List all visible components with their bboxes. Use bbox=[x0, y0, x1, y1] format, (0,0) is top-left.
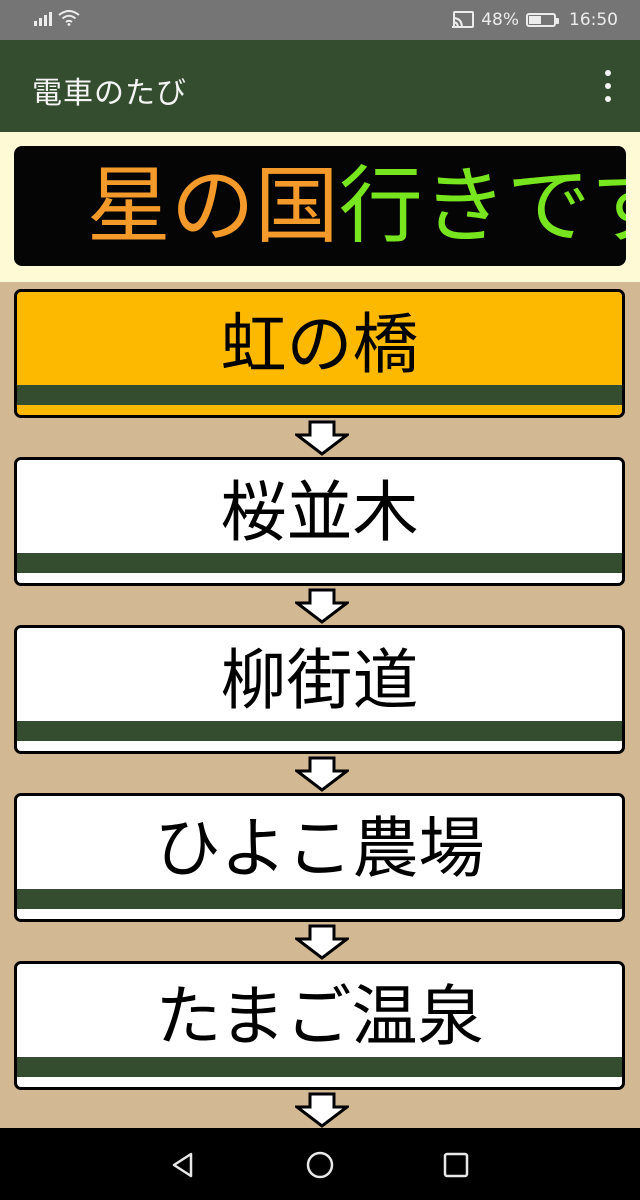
more-vert-icon[interactable] bbox=[602, 70, 614, 102]
station-stripe bbox=[17, 1057, 622, 1077]
banner-bracket: 】 bbox=[14, 157, 32, 255]
station-name: ひよこ農場 bbox=[154, 810, 485, 887]
station-stripe bbox=[17, 721, 622, 741]
signal-icon bbox=[34, 10, 52, 26]
destination-banner-area: 】 星の国行きです bbox=[0, 132, 640, 282]
cast-icon bbox=[452, 11, 475, 29]
station-stripe bbox=[17, 385, 622, 405]
down-arrow-icon bbox=[295, 588, 349, 624]
recents-icon[interactable] bbox=[439, 1148, 473, 1182]
battery-percent: 48% bbox=[481, 10, 519, 30]
station-card-current[interactable]: 虹の橋 bbox=[14, 289, 625, 418]
wifi-icon bbox=[58, 10, 80, 26]
destination-banner: 】 星の国行きです bbox=[14, 146, 626, 266]
banner-destination: 星の国 bbox=[86, 157, 339, 255]
station-name: 虹の橋 bbox=[220, 306, 419, 383]
app-bar: 電車のたび bbox=[0, 40, 640, 132]
clock: 16:50 bbox=[569, 10, 618, 30]
down-arrow-icon bbox=[295, 924, 349, 960]
station-name: たまご温泉 bbox=[155, 978, 484, 1055]
banner-scrolling-text: 】 星の国行きです bbox=[14, 156, 626, 256]
station-name: 桜並木 bbox=[220, 474, 419, 551]
status-left-icons bbox=[34, 10, 80, 26]
station-card[interactable]: ひよこ農場 bbox=[14, 793, 625, 922]
back-icon[interactable] bbox=[166, 1148, 200, 1182]
battery-fill bbox=[529, 16, 541, 24]
status-right-icons: 48% 16:50 bbox=[452, 9, 618, 31]
home-icon[interactable] bbox=[303, 1148, 337, 1182]
station-stripe bbox=[17, 553, 622, 573]
navigation-bar bbox=[0, 1128, 640, 1200]
phone-screen: 48% 16:50 電車のたび 】 星の国行きです 虹の橋 bbox=[0, 0, 640, 1200]
banner-suffix: 行きです bbox=[338, 157, 626, 255]
station-list[interactable]: 虹の橋 桜並木 柳街道 ひよこ農場 たまご温泉 bbox=[0, 282, 640, 1128]
station-name: 柳街道 bbox=[220, 642, 419, 719]
down-arrow-icon bbox=[295, 756, 349, 792]
down-arrow-icon bbox=[295, 420, 349, 456]
station-card[interactable]: たまご温泉 bbox=[14, 961, 625, 1090]
app-title: 電車のたび bbox=[32, 76, 187, 111]
station-card[interactable]: 柳街道 bbox=[14, 625, 625, 754]
down-arrow-icon bbox=[295, 1092, 349, 1128]
station-card[interactable]: 桜並木 bbox=[14, 457, 625, 586]
status-bar: 48% 16:50 bbox=[0, 0, 640, 40]
battery-icon bbox=[526, 13, 559, 27]
station-stripe bbox=[17, 889, 622, 909]
